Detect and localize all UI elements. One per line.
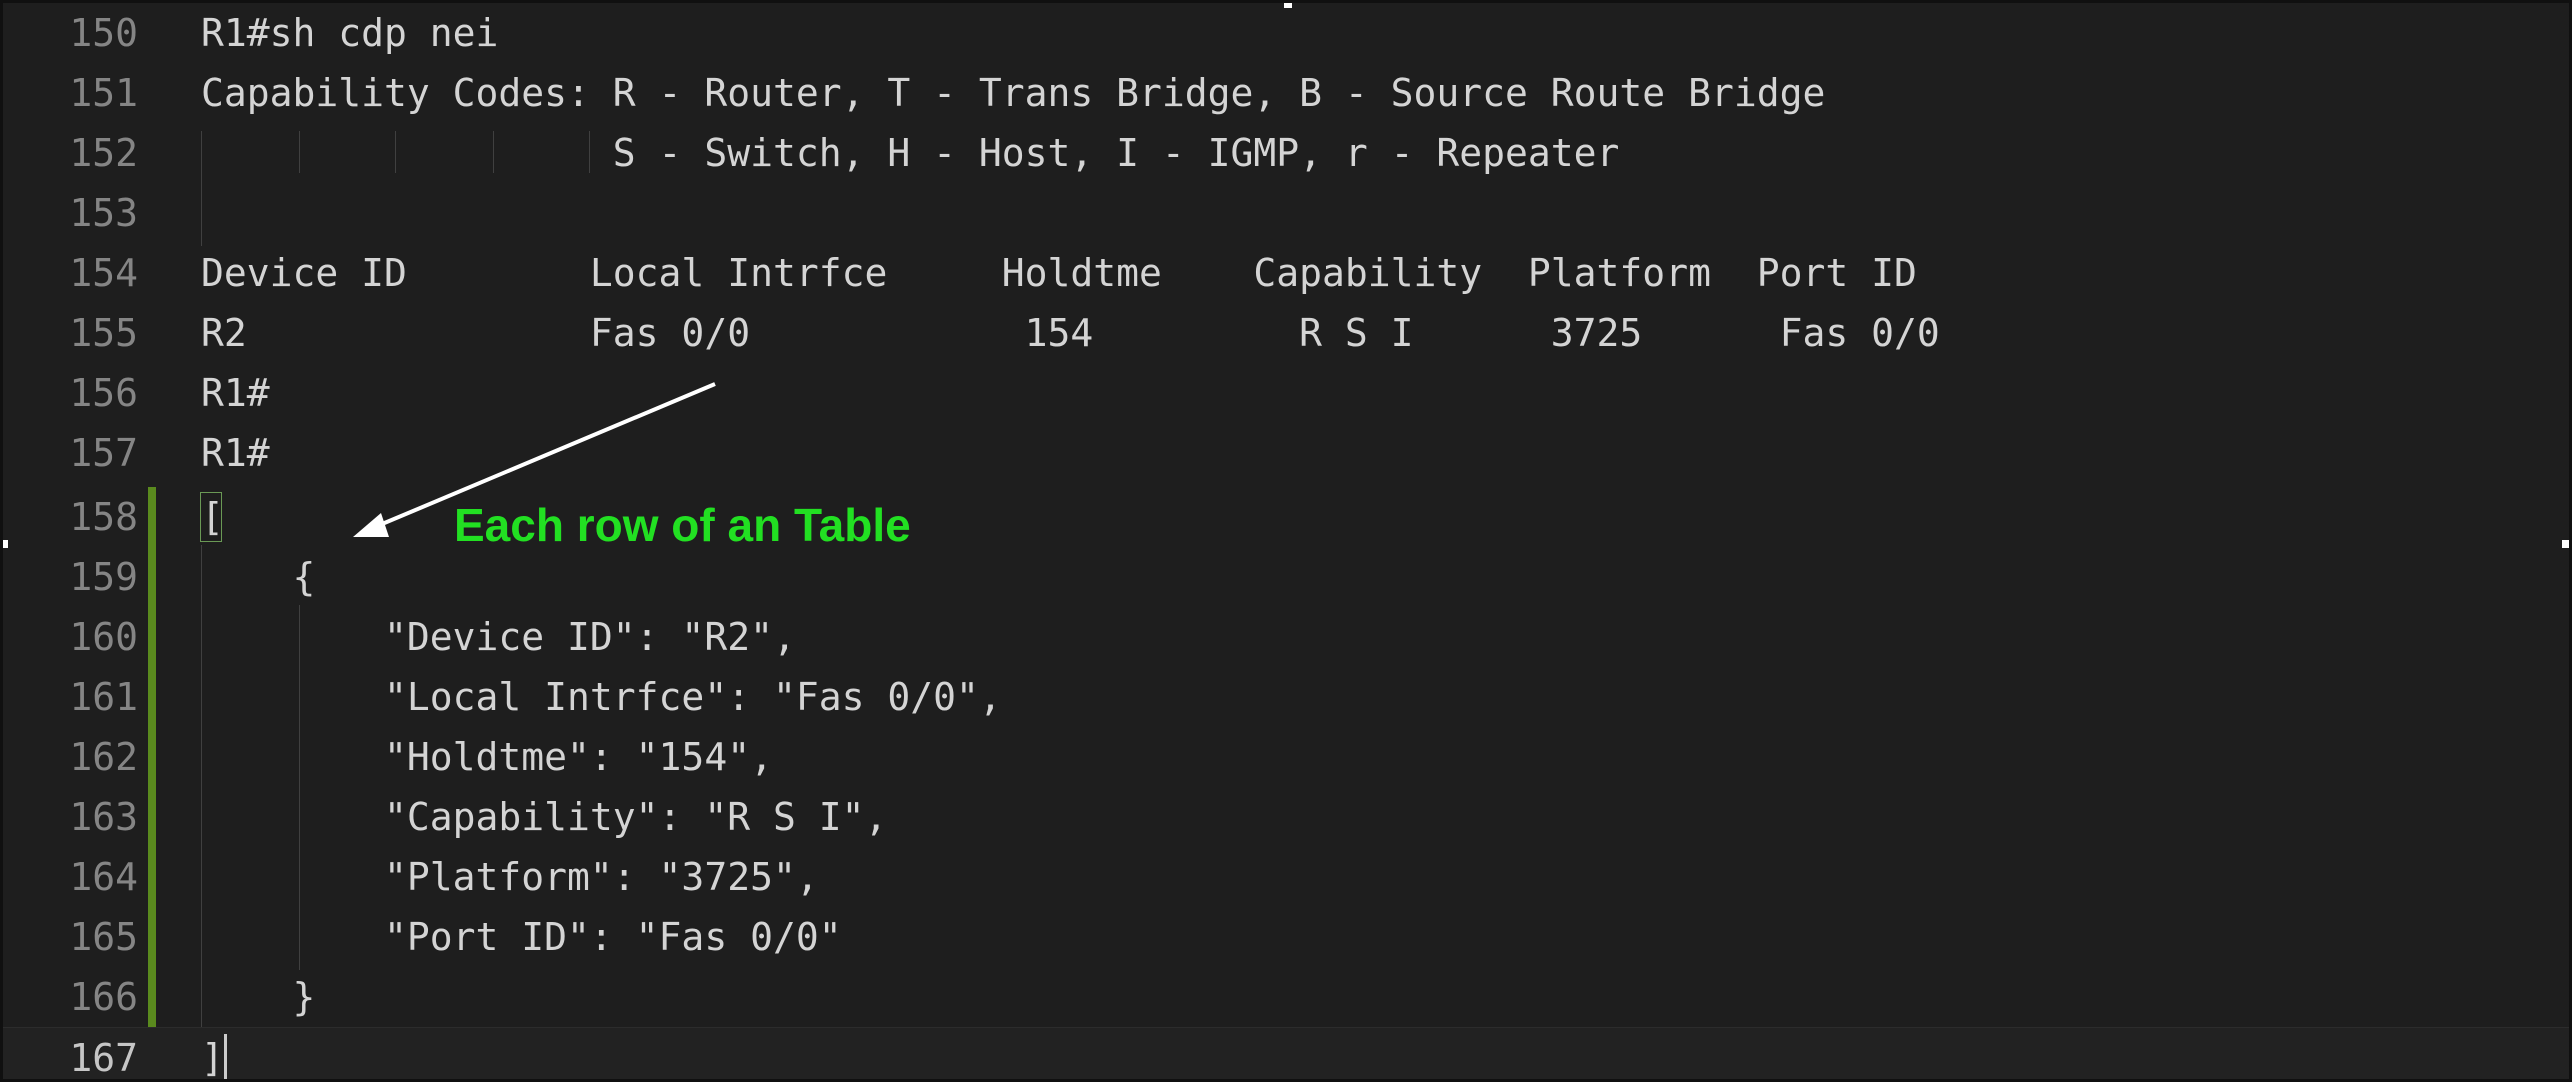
annotation-arrow [353, 382, 716, 537]
annotation-label: Each row of an Table [454, 499, 911, 551]
resize-handle[interactable] [3, 540, 8, 548]
resize-handle[interactable] [2562, 540, 2569, 548]
code-editor[interactable]: 150 R1#sh cdp nei 151 Capability Codes: … [0, 0, 2572, 1082]
resize-handle[interactable] [1284, 3, 1292, 8]
